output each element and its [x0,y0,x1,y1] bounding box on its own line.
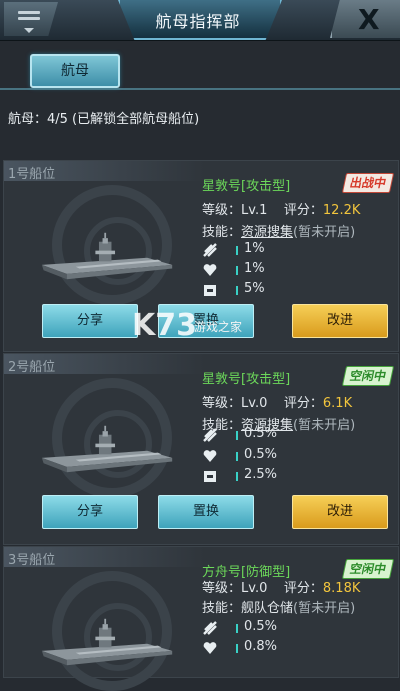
carrier-name: 星敦号[攻击型] [202,179,291,194]
status-badge: 出战中 [341,173,395,193]
slot-label: 3号船位 [8,553,56,568]
skill-line: 技能：资源搜集(暂未开启) [202,225,356,240]
swap-button[interactable]: 置换 [158,495,254,529]
score-value: 12.2K [322,203,361,218]
attack-icon [203,243,217,257]
watermark-subtitle: 游戏之家 [194,320,243,334]
slot-label: 2号船位 [8,360,56,375]
cargo-icon [204,285,216,296]
health-icon [203,450,217,462]
carrier-slot-card: 2号船位 星敦号[攻击型] 空闲中 等级：Lv.0 评分：6.1K 技能：资源搜… [3,353,399,545]
skill-line: 技能：舰队仓储(暂未开启) [202,601,356,616]
watermark-logo: K73 游戏之家 [132,308,272,344]
skill-name: 舰队仓储 [241,601,294,616]
carrier-count-summary: 航母：4/5 (已解锁全部航母船位) [8,112,200,127]
score-value: 8.18K [322,581,361,596]
close-button[interactable]: X [330,0,400,38]
top-bar: 航母指挥部 X [0,0,400,41]
menu-button[interactable] [4,2,58,36]
carrier-slot-card: 3号船位 方舟号[防御型] 空闲中 等级：Lv.0 评分：8.18K 技能：舰队… [3,546,399,691]
page-title: 航母指挥部 [155,12,241,31]
tab-divider [0,88,400,90]
carrier-ship-icon[interactable] [32,424,182,474]
status-badge: 空闲中 [341,366,395,386]
cargo-icon [204,471,216,482]
watermark-brand: K73 [132,308,197,343]
level-score-line: 等级：Lv.0 评分：6.1K [202,396,353,411]
share-button[interactable]: 分享 [42,495,138,529]
carrier-ship-icon[interactable] [32,617,182,667]
level-value: Lv.0 [241,396,268,411]
slot-label: 1号船位 [8,167,56,182]
upgrade-button[interactable]: 改进 [292,495,388,529]
attack-icon [203,428,217,442]
level-value: Lv.1 [241,203,268,218]
upgrade-button[interactable]: 改进 [292,304,388,338]
level-value: Lv.0 [241,581,268,596]
score-value: 6.1K [322,396,353,411]
carrier-name: 星敦号[攻击型] [202,372,291,387]
tab-label: 航母 [61,63,89,79]
health-icon [203,264,217,276]
attack-icon [203,621,217,635]
carrier-ship-icon[interactable] [32,231,182,281]
level-score-line: 等级：Lv.0 评分：8.18K [202,581,361,596]
menu-icon [18,11,40,23]
chevron-down-icon [24,28,34,33]
skill-link[interactable]: 资源搜集 [241,225,293,240]
close-icon: X [358,3,380,36]
share-button[interactable]: 分享 [42,304,138,338]
health-icon [203,642,217,654]
tab-carrier[interactable]: 航母 [30,54,120,88]
status-badge: 空闲中 [341,559,395,579]
skill-line: 技能：资源搜集(暂未开启) [202,418,356,433]
level-score-line: 等级：Lv.1 评分：12.2K [202,203,361,218]
